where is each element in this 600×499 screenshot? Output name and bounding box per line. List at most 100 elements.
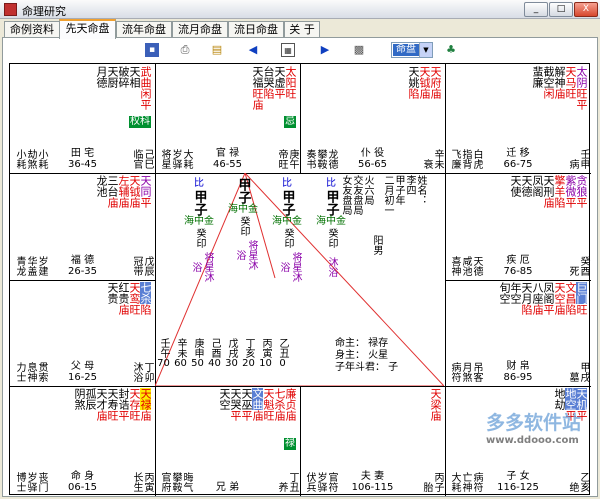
arrow-right-icon[interactable]: ▶ [318,43,332,57]
palace-age-range: 116-125 [497,482,539,493]
pillar: 比甲子 海中金 癸印 将星沐浴 [184,178,214,286]
palace-age-range: 86-95 [503,372,533,383]
minor-star: 将星 [159,149,170,169]
star-brightness: 庙 [284,410,297,421]
export-icon[interactable]: ▤ [210,43,224,57]
star-column: 天同平 [139,175,152,208]
palace-age-range: 66-75 [503,159,533,170]
ming-zhu: 命主： 禄存 [335,338,389,349]
palace-wei[interactable]: 天府庙天钺庙天姚陷奏书 攀鞍 龙德仆 役 56-65 辛未衰 [300,64,445,173]
tab-about[interactable]: 关 于 [284,21,320,38]
palace-age-range: 56-65 [357,159,388,170]
mode-select-value: 命盘 [393,44,419,56]
minor-stars: 官府 攀鞍 晦气 [158,472,192,492]
calendar-icon[interactable]: ▦ [281,43,295,57]
star-list: 天府庙天钺庙天姚陷 [407,66,442,99]
palace-stage: 绝 [567,482,578,492]
star-name: 贪狼 [575,175,588,197]
pillar-role: 比 [282,178,292,189]
fortune-ganzhi: 乙丑 [277,338,288,358]
palace-zi[interactable]: 天梁庙伏兵 岁驿 官符夫 妻 106-115 丙子胎 [300,386,445,496]
star-list: 太阳旺天虚平台哭陷天福 旺庙 [251,66,297,110]
minor-stars: 博士 岁驿 丧门 [13,472,47,492]
tab-day-chart[interactable]: 流日命盘 [228,21,284,38]
tab-year-chart[interactable]: 流年命盘 [116,21,172,38]
major-fortune: 己酉 40 [206,338,223,369]
minor-star: 岁建 [36,256,47,276]
minor-star: 岁驿 [315,472,326,492]
minor-star: 晦气 [181,472,192,492]
toolbar: ▪ ⎙ ▤ ◀ ▦ ▶ ▩ 命盘 ▼ ♣ [3,38,597,62]
palace-age-range: 36-45 [67,159,98,170]
palace-name: 子 女 [506,471,530,482]
palace-ganzhi: 庚午 [287,149,298,169]
pillar-nayin: 海中金 [272,216,302,227]
shen-zhu: 身主： 火星 [335,350,389,361]
palace-name: 福 德 [70,255,95,266]
star-list: 太阴 旺平 天马旺解神庙截空闲蜚廉 [531,66,588,110]
tab-natal-chart[interactable]: 先天命盘 [59,19,116,39]
maximize-button[interactable]: □ [549,2,573,17]
tab-month-chart[interactable]: 流月命盘 [172,21,228,38]
star-list: 巨门旺文昌陷天空庙凤阁平八座庙天月陷年空 旬空 [498,282,588,315]
info-col: 李四 [404,175,415,195]
palace-wu[interactable]: 太阳旺天虚平台哭陷天福 旺庙忌将星 岁驿 大耗官 禄 46-55 庚午 帝旺 [155,64,300,173]
tab-case-data[interactable]: 命例资料 [4,21,60,38]
save-icon[interactable]: ▪ [145,43,159,57]
palace-name-block: 福 德 26-35 [53,255,113,277]
print-icon[interactable]: ⎙ [178,43,192,57]
fortune-ganzhi: 己酉 [209,338,220,358]
minimize-button[interactable]: _ [524,2,548,17]
major-fortune: 戊戌 30 [223,338,240,369]
pillar-hidden-stem: 癸印 [282,228,293,248]
minor-star: 喜神 [449,256,460,276]
star-name: 七杀 [139,282,152,304]
users-icon[interactable]: ♣ [444,43,458,57]
palace-name-block: 田 宅 36-45 [53,148,113,170]
fortune-ganzhi: 戊戌 [226,338,237,358]
palace-mao[interactable]: 七杀陷天鸾旺红贵庙天贵 力士 息神 贯索父 母 16-25 丁卯 沐浴 [10,280,155,386]
fortune-age: 30 [225,358,238,369]
minor-star: 病符 [449,362,460,382]
pillar-nayin: 海中金 [228,204,258,215]
major-fortune: 丁亥 20 [240,338,257,369]
palace-name-block: 父 母 16-25 [53,361,113,383]
palace-ganzhi: 乙亥 [578,472,589,492]
palace-stage: 死 [567,266,578,276]
pillar-hidden-stem: 癸印 [326,228,337,248]
close-button[interactable]: X [574,2,598,17]
palace-chen[interactable]: 天同平天钺庙左辅庙三台庙龙池 青龙 华盖 岁建福 德 26-35 戊辰 冠带 [10,173,155,280]
star-brightness: 陷 [139,304,152,315]
pillar: 比甲子 海中金 癸印 沐浴 [316,178,346,286]
palace-stage: 临官 [131,149,142,169]
palace-name-block: 疾 厄 76-85 [488,255,548,277]
major-fortune-list: 壬午 70 辛未 60 庚申 50 己酉 40 戊戌 30 丁亥 20 丙寅 10 乙丑 0 [155,338,291,369]
palace-shen[interactable]: 太阴 旺平 天马旺解神庙截空闲蜚廉 飞廉 指背 白虎迁 移 66-75 壬申病 [445,64,591,173]
star-column: 武曲 闲平 [139,66,152,110]
minor-star: 咸池 [460,256,471,276]
watermark-name: 多多软件站 [486,412,582,434]
palace-si[interactable]: 武曲 闲平 天相 破碎 天厨 月德 权科 小耗 劫煞 小耗田 宅 36-45 己巳 临官 [10,64,155,173]
chevron-down-icon[interactable]: ▼ [419,43,432,57]
palace-name: 田 宅 [70,148,95,159]
minor-stars: 伏兵 岁驿 官符 [303,472,337,492]
pillar-stars: 将星沐浴 [234,240,257,270]
palace-name: 父 母 [70,361,95,372]
minor-star: 华盖 [25,256,36,276]
pillar: 甲子 海中金 癸印 将星沐浴 [228,178,258,274]
arrow-left-icon[interactable]: ◀ [246,43,260,57]
palace-you[interactable]: 贪狼平紫微平擎羊陷天刑庙凤阁 天德 天使 喜神 咸池 天德疾 厄 76-85 癸酉死 [445,173,591,280]
minor-star: 伏兵 [304,472,315,492]
palace-chou[interactable]: 廉贞庙七杀庙天魁旺文曲庙天巫平天哭平天空禄官府 攀鞍 晦气兄 弟 丁丑养 [155,386,300,496]
fortune-age: 70 [157,358,170,369]
fortune-age: 0 [279,358,286,369]
watermark: 多多软件站 www.ddooo.com [452,408,592,458]
fortune-ganzhi: 辛未 [175,338,186,358]
palace-yin[interactable]: 天禄庙天存旺封诰平天寿旺天才庙孤辰 阴煞 博士 岁驿 丧门命 身 06-15 丙寅 长生 [10,386,155,496]
palace-name: 迁 移 [506,148,530,159]
mode-select[interactable]: 命盘 ▼ [391,42,433,58]
grid-icon[interactable]: ▩ [352,43,366,57]
palace-ganzhi: 壬申 [578,149,589,169]
palace-xu[interactable]: 巨门旺文昌陷天空庙凤阁平八座庙天月陷年空 旬空 病符 月煞 吊客财 帛 86-95 甲戌墓 [445,280,591,386]
palace-name-block: 仆 役 56-65 [343,148,403,170]
